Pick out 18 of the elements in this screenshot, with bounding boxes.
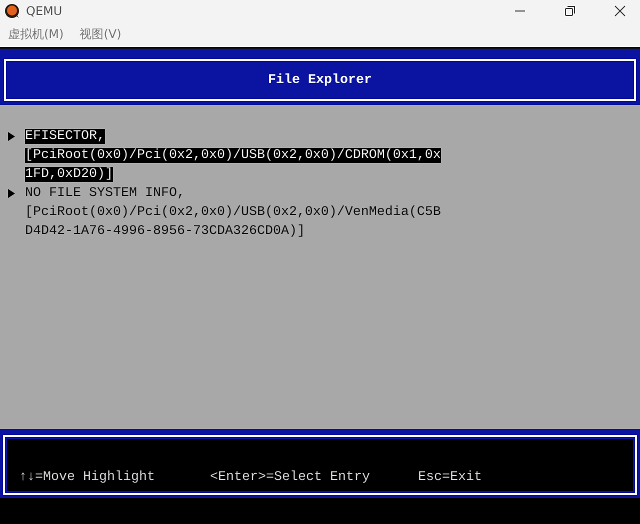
key-hint: ↑↓=Move Highlight [19,470,156,485]
device-entry-text[interactable]: D4D42-1A76-4996-8956-73CDA326CD0A)] [25,224,305,239]
close-icon[interactable] [614,5,626,17]
key-hint: Esc=Exit [418,470,483,485]
menu-item[interactable]: 虚拟机(M) [8,26,64,43]
device-entry-text[interactable]: [PciRoot(0x0)/Pci(0x2,0x0)/USB(0x2,0x0)/CDROM(0x1,0x [25,148,441,163]
device-entry-text[interactable]: EFISECTOR, [25,129,105,144]
device-entry-text[interactable]: 1FD,0xD20)] [25,167,113,182]
key-hint: <Enter>=Select Entry [210,470,371,485]
pointer-icon [8,189,15,198]
app-icon [4,3,20,19]
window-title: QEMU [26,4,62,18]
pointer-icon [8,132,15,141]
device-entry-text[interactable]: [PciRoot(0x0)/Pci(0x2,0x0)/USB(0x2,0x0)/VenMedia(C5B [25,205,441,220]
device-entry-text[interactable]: NO FILE SYSTEM INFO, [25,186,185,201]
screen-title: File Explorer [268,72,372,88]
restore-icon[interactable] [564,5,576,17]
menu-item[interactable]: 视图(V) [80,26,122,43]
